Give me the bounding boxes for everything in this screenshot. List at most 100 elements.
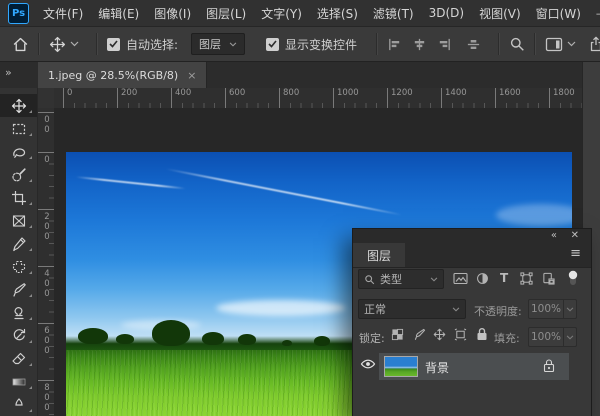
layer-name[interactable]: 背景: [425, 359, 449, 376]
auto-select-target-dropdown[interactable]: 图层: [191, 33, 245, 55]
chevron-down-icon[interactable]: [567, 41, 576, 47]
tool-brush[interactable]: [0, 278, 37, 301]
opacity-input[interactable]: 100%: [528, 299, 564, 319]
filter-toggle[interactable]: [568, 270, 578, 287]
ruler-label: 1800: [549, 88, 575, 108]
tab-close-icon[interactable]: ×: [187, 69, 196, 82]
photo-tree: [78, 328, 108, 344]
ruler-label: 200: [38, 209, 54, 242]
tool-eraser[interactable]: [0, 347, 37, 370]
menu-type[interactable]: 文字(Y): [261, 5, 302, 22]
tool-crop[interactable]: [0, 186, 37, 209]
lock-artboard-icon[interactable]: [454, 328, 467, 341]
ruler-label: 1200: [387, 88, 413, 108]
chevron-down-icon: [566, 335, 574, 340]
chevron-down-icon: [566, 307, 574, 312]
lock-move-icon[interactable]: [433, 328, 446, 341]
options-bar: 自动选择: 图层 显示变换控件: [0, 27, 600, 62]
tool-marquee[interactable]: [0, 117, 37, 140]
ruler-label: 400: [171, 88, 191, 108]
tool-frame[interactable]: [0, 209, 37, 232]
layer-filter-dropdown[interactable]: 类型: [358, 269, 444, 289]
menu-layer[interactable]: 图层(L): [206, 5, 246, 22]
ruler-label: 800: [38, 380, 54, 413]
divider: [376, 33, 378, 55]
layers-panel-header: « ✕: [353, 229, 591, 243]
ruler-label: 0: [38, 152, 54, 165]
tool-gradient[interactable]: [0, 370, 37, 393]
tool-quick-selection[interactable]: [0, 163, 37, 186]
healing-brush-icon: [11, 259, 27, 275]
crop-icon: [11, 190, 27, 206]
pixel-filter-icon[interactable]: [453, 272, 468, 285]
eyedropper-icon: [11, 236, 27, 252]
panel-menu-icon[interactable]: ≡: [570, 247, 581, 260]
search-icon: [364, 274, 375, 285]
align-center-icon[interactable]: [412, 37, 427, 52]
search-icon[interactable]: [509, 36, 525, 52]
move-tool-icon[interactable]: [49, 36, 66, 53]
fill-input[interactable]: 100%: [528, 327, 564, 347]
photo-cloud: [216, 300, 346, 316]
tool-healing-brush[interactable]: [0, 255, 37, 278]
layer-thumbnail[interactable]: [384, 356, 418, 377]
layer-visibility-eye-icon[interactable]: [360, 358, 376, 370]
menu-select[interactable]: 选择(S): [317, 5, 358, 22]
show-transform-label: 显示变换控件: [285, 36, 357, 53]
menu-view[interactable]: 视图(V): [479, 5, 521, 22]
minimize-button[interactable]: –: [596, 8, 600, 19]
lock-paint-icon[interactable]: [413, 328, 426, 341]
tool-history-brush[interactable]: [0, 324, 37, 347]
pen-icon: [11, 397, 27, 413]
menu-edit[interactable]: 编辑(E): [98, 5, 139, 22]
adjustment-filter-icon[interactable]: [476, 272, 489, 285]
close-panel-icon[interactable]: ✕: [571, 231, 579, 241]
layers-tab[interactable]: 图层: [353, 243, 405, 267]
lock-all-icon[interactable]: [476, 327, 488, 341]
vertical-ruler[interactable]: 000200400600800: [38, 108, 55, 416]
photo-tree: [238, 334, 256, 345]
chevron-down-icon: [430, 277, 438, 282]
history-brush-icon: [11, 328, 27, 344]
tool-partial[interactable]: [0, 393, 37, 416]
tool-eyedropper[interactable]: [0, 232, 37, 255]
ruler-label: 1000: [333, 88, 359, 108]
blend-mode-value: 正常: [364, 301, 447, 317]
photo-tree: [314, 336, 330, 346]
ruler-label: 1400: [441, 88, 467, 108]
align-left-icon[interactable]: [387, 37, 402, 52]
home-icon[interactable]: [12, 36, 29, 53]
workspace-icon[interactable]: [545, 37, 563, 52]
opacity-chevron[interactable]: [564, 299, 577, 319]
tool-clone-stamp[interactable]: [0, 301, 37, 324]
blend-mode-dropdown[interactable]: 正常: [358, 299, 466, 319]
lock-transparency-icon[interactable]: [391, 328, 404, 341]
tool-move[interactable]: [0, 94, 37, 117]
menu-image[interactable]: 图像(I): [154, 5, 191, 22]
tool-lasso[interactable]: [0, 140, 37, 163]
fill-chevron[interactable]: [564, 327, 577, 347]
photo-tree: [282, 340, 292, 346]
photo-tree: [116, 334, 134, 344]
share-icon[interactable]: [588, 36, 600, 52]
menu-file[interactable]: 文件(F): [43, 5, 83, 22]
opacity-label: 不透明度:: [474, 303, 522, 319]
divider: [38, 33, 40, 55]
align-right-icon[interactable]: [437, 37, 452, 52]
menu-window[interactable]: 窗口(W): [536, 5, 581, 22]
toolbar-expand-icon[interactable]: »: [5, 66, 11, 79]
horizontal-ruler[interactable]: 020040060080010001200140016001800: [54, 88, 582, 109]
chevron-down-icon[interactable]: [70, 41, 79, 47]
eraser-icon: [11, 351, 27, 367]
menu-filter[interactable]: 滤镜(T): [373, 5, 414, 22]
show-transform-checkbox[interactable]: [266, 38, 279, 51]
auto-select-label: 自动选择:: [126, 36, 178, 53]
smart-object-filter-icon[interactable]: [542, 272, 555, 285]
distribute-icon[interactable]: [466, 37, 481, 52]
auto-select-checkbox[interactable]: [107, 38, 120, 51]
collapse-panel-icon[interactable]: «: [551, 231, 557, 241]
document-tab[interactable]: 1.jpeg @ 28.5%(RGB/8) ×: [38, 62, 207, 88]
type-filter-icon[interactable]: T: [500, 271, 508, 285]
menu-3d[interactable]: 3D(D): [429, 6, 464, 20]
shape-filter-icon[interactable]: [520, 272, 533, 285]
